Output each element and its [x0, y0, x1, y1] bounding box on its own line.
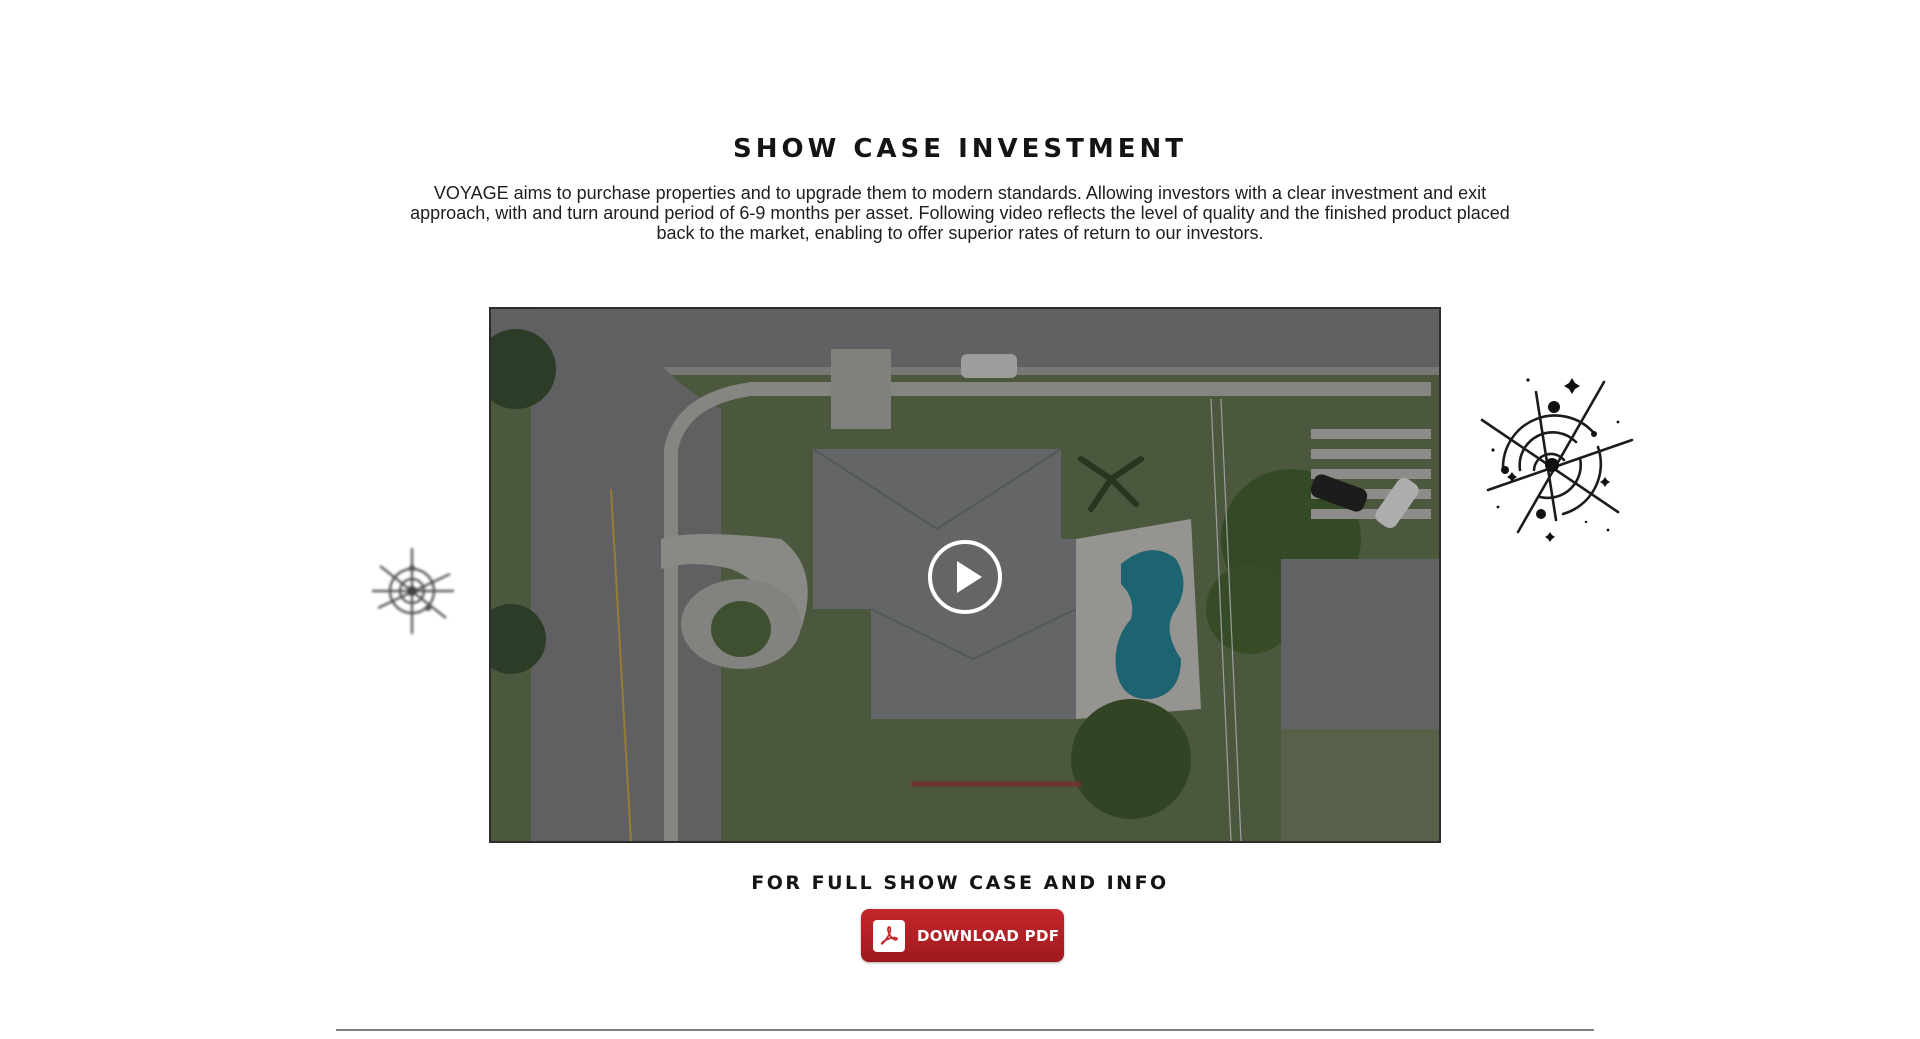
play-icon[interactable] [926, 538, 1004, 616]
section-title: SHOW CASE INVESTMENT [733, 134, 1187, 164]
section-description: VOYAGE aims to purchase properties and t… [410, 183, 1510, 243]
page: SHOW CASE INVESTMENT VOYAGE aims to purc… [0, 0, 1920, 1039]
download-pdf-label: DOWNLOAD PDF [917, 926, 1060, 945]
compass-icon [372, 548, 454, 634]
pdf-icon [873, 919, 905, 952]
download-pdf-button[interactable]: DOWNLOAD PDF [861, 909, 1064, 962]
cta-subheading: FOR FULL SHOW CASE AND INFO [751, 872, 1169, 894]
section-divider [336, 1029, 1594, 1031]
compass-icon [1480, 378, 1634, 542]
video-player[interactable] [489, 307, 1441, 843]
